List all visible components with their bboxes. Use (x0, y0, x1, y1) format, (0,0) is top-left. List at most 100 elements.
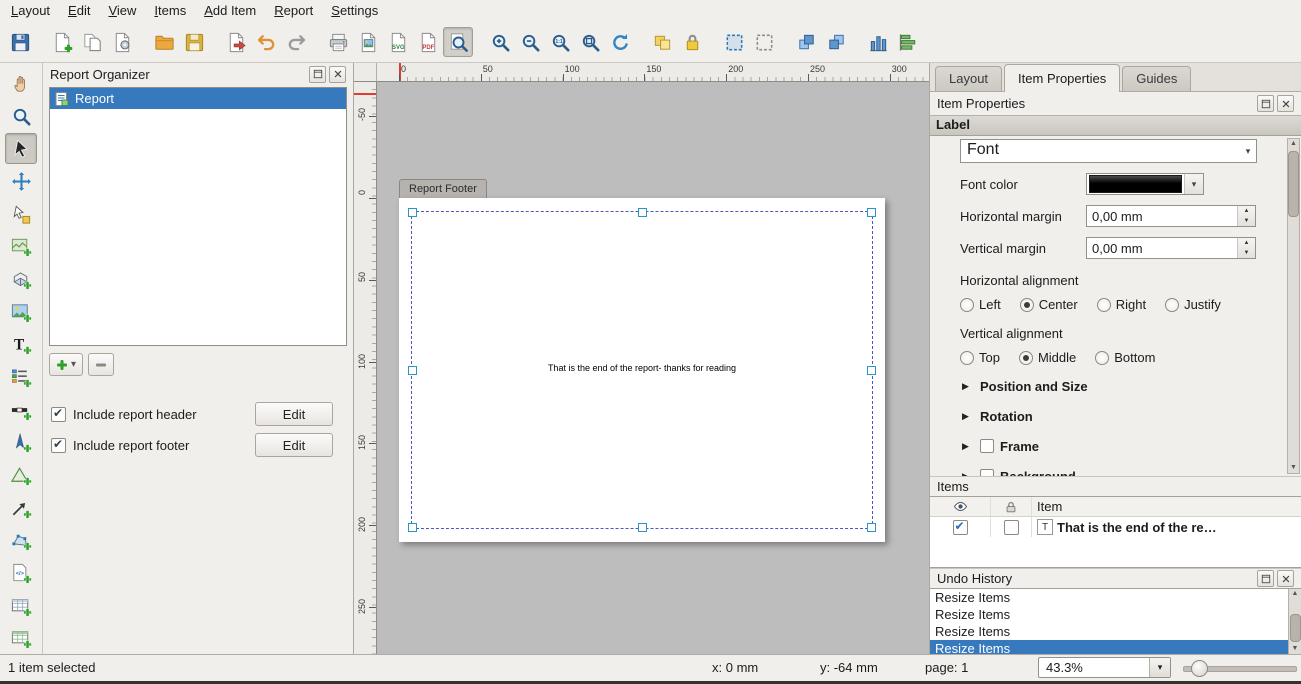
zoom-full-page-button[interactable] (443, 27, 473, 57)
redo-button[interactable] (281, 27, 311, 57)
scroll-up-icon[interactable]: ▲ (1292, 589, 1299, 599)
open-template-button[interactable] (149, 27, 179, 57)
undo-history-entry[interactable]: Resize Items (930, 606, 1288, 623)
add-picture-button[interactable] (5, 297, 37, 328)
spin-up-icon[interactable]: ▲ (1238, 238, 1255, 248)
selection-handle[interactable] (638, 523, 647, 532)
spin-down-icon[interactable]: ▼ (1238, 248, 1255, 258)
spin-down-icon[interactable]: ▼ (1238, 216, 1255, 226)
select-all-items-button[interactable] (719, 27, 749, 57)
horizontal-margin-spinbox[interactable]: 0,00 mm ▲▼ (1086, 205, 1256, 227)
expand-caret-icon[interactable]: ▶ (960, 411, 974, 422)
pan-tool-button[interactable] (5, 68, 37, 99)
section-checkbox[interactable] (980, 469, 994, 476)
zoom-in-button[interactable] (485, 27, 515, 57)
print-button[interactable] (323, 27, 353, 57)
export-pdf-button[interactable]: PDF (413, 27, 443, 57)
add-arrow-button[interactable] (5, 493, 37, 524)
add-section-button[interactable]: ▾ (49, 353, 83, 376)
zoom-slider-thumb[interactable] (1191, 660, 1208, 677)
vertical-alignment-middle-radio[interactable]: Middle (1019, 350, 1076, 365)
lock-items-button[interactable] (677, 27, 707, 57)
add-fixed-table-button[interactable] (5, 623, 37, 654)
vertical-alignment-bottom-radio[interactable]: Bottom (1095, 350, 1155, 365)
export-image-button[interactable] (353, 27, 383, 57)
include-report-footer-checkbox[interactable] (51, 438, 66, 453)
items-table-row[interactable]: TThat is the end of the re… (930, 517, 1301, 537)
undo-history-entry[interactable]: Resize Items (930, 589, 1288, 606)
zoom-tool-button[interactable] (5, 101, 37, 132)
float-panel-icon[interactable] (1257, 570, 1274, 587)
vertical-alignment-top-radio[interactable]: Top (960, 350, 1000, 365)
save-as-template-button[interactable] (179, 27, 209, 57)
new-layout-button[interactable] (47, 27, 77, 57)
close-panel-icon[interactable] (1277, 570, 1294, 587)
label-item-text[interactable]: That is the end of the report- thanks fo… (412, 363, 872, 373)
spinner-buttons[interactable]: ▲▼ (1237, 238, 1255, 258)
deselect-all-items-button[interactable] (749, 27, 779, 57)
scroll-down-icon[interactable]: ▼ (1292, 644, 1299, 654)
report-page[interactable]: That is the end of the report- thanks fo… (399, 198, 885, 542)
horizontal-alignment-justify-radio[interactable]: Justify (1165, 297, 1221, 312)
select-move-tool-button[interactable] (5, 133, 37, 164)
section-background[interactable]: ▶Background (960, 467, 1257, 476)
scroll-up-icon[interactable]: ▲ (1290, 139, 1297, 149)
add-shape-button[interactable] (5, 460, 37, 491)
label-item-selection[interactable]: That is the end of the report- thanks fo… (411, 211, 873, 529)
distribute-items-button[interactable] (893, 27, 923, 57)
menu-settings[interactable]: Settings (322, 0, 387, 22)
add-node-item-button[interactable] (5, 525, 37, 556)
zoom-full-extent-button[interactable] (575, 27, 605, 57)
layout-canvas[interactable]: 050100150200250300 -50050100150200250 Re… (354, 63, 929, 654)
close-panel-icon[interactable] (1277, 95, 1294, 112)
selection-handle[interactable] (867, 208, 876, 217)
refresh-view-button[interactable] (605, 27, 635, 57)
add-attribute-table-button[interactable] (5, 591, 37, 622)
resize-items-button[interactable] (863, 27, 893, 57)
selection-handle[interactable] (408, 523, 417, 532)
scrollbar-thumb[interactable] (1288, 151, 1299, 217)
menu-view[interactable]: View (99, 0, 145, 22)
lower-items-button[interactable] (821, 27, 851, 57)
zoom-out-button[interactable] (515, 27, 545, 57)
section-position-and-size[interactable]: ▶Position and Size (960, 377, 1257, 395)
selection-handle[interactable] (867, 523, 876, 532)
section-rotation[interactable]: ▶Rotation (960, 407, 1257, 425)
undo-history-entry[interactable]: Resize Items (930, 623, 1288, 640)
undo-history-entry[interactable]: Resize Items (930, 640, 1288, 654)
add-north-arrow-button[interactable] (5, 427, 37, 458)
item-visibility-checkbox[interactable] (953, 520, 968, 535)
report-footer-tab[interactable]: Report Footer (399, 179, 487, 199)
add-map-button[interactable] (5, 231, 37, 262)
expand-caret-icon[interactable]: ▶ (960, 471, 974, 477)
add-scalebar-button[interactable] (5, 395, 37, 426)
spin-up-icon[interactable]: ▲ (1238, 206, 1255, 216)
duplicate-layout-button[interactable] (77, 27, 107, 57)
selection-handle[interactable] (408, 208, 417, 217)
layout-manager-button[interactable] (107, 27, 137, 57)
spinner-buttons[interactable]: ▲▼ (1237, 206, 1255, 226)
remove-section-button[interactable] (88, 353, 114, 376)
tab-item-properties[interactable]: Item Properties (1004, 64, 1120, 92)
tab-guides[interactable]: Guides (1122, 66, 1191, 91)
add-label-button[interactable]: T (5, 329, 37, 360)
float-panel-icon[interactable] (309, 66, 326, 83)
tree-item-report[interactable]: Report (50, 88, 346, 109)
vertical-margin-spinbox[interactable]: 0,00 mm ▲▼ (1086, 237, 1256, 259)
expand-caret-icon[interactable]: ▶ (960, 381, 974, 392)
item-lock-checkbox[interactable] (1004, 520, 1019, 535)
horizontal-alignment-right-radio[interactable]: Right (1097, 297, 1146, 312)
selection-handle[interactable] (638, 208, 647, 217)
section-frame[interactable]: ▶Frame (960, 437, 1257, 455)
group-items-button[interactable] (647, 27, 677, 57)
zoom-slider[interactable] (1183, 655, 1297, 681)
move-content-tool-button[interactable] (5, 166, 37, 197)
add-html-button[interactable]: </> (5, 558, 37, 589)
scrollbar-thumb[interactable] (1290, 614, 1301, 642)
chevron-down-icon[interactable]: ▾ (1149, 658, 1170, 677)
horizontal-alignment-center-radio[interactable]: Center (1020, 297, 1078, 312)
include-report-header-checkbox[interactable] (51, 407, 66, 422)
undo-button[interactable] (251, 27, 281, 57)
save-project-button[interactable] (5, 27, 35, 57)
expand-caret-icon[interactable]: ▶ (960, 441, 974, 452)
